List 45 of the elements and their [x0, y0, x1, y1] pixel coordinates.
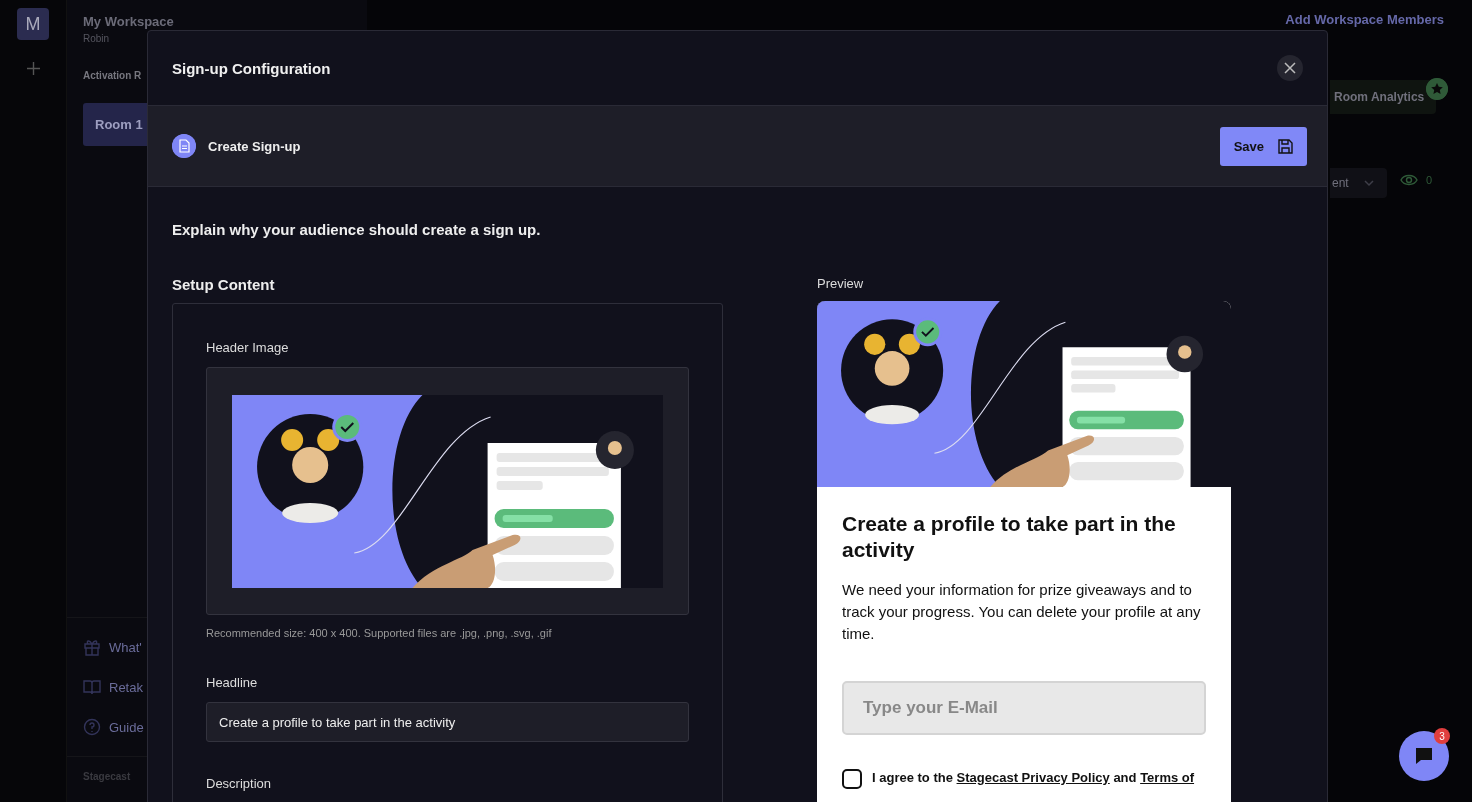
image-upload[interactable] — [206, 367, 689, 615]
preview-label: Preview — [817, 276, 865, 291]
preview-headline: Create a profile to take part in the activity — [842, 511, 1177, 563]
gift-icon — [83, 638, 101, 656]
section-title: Setup Content — [172, 276, 276, 293]
section-label: Activation R — [83, 70, 142, 81]
policy-link[interactable]: Stagecast Privacy Policy — [956, 770, 1110, 785]
room-tab[interactable]: Room 1 — [83, 103, 148, 146]
workspace-avatar[interactable]: M — [17, 8, 49, 40]
consent-text: I agree to the Stagecast Privacy Policy and Terms of — [872, 769, 1195, 787]
policy-link[interactable]: Terms of — [1140, 770, 1195, 785]
chat-icon — [1415, 747, 1433, 765]
email-field[interactable]: Type your E-Mail — [842, 681, 1206, 735]
sidebar-link[interactable]: Retak — [109, 679, 143, 695]
preview-description: We need your information for prize giveaways and to track your progress. You can delete your profile at any time. — [842, 580, 1202, 644]
help-icon — [83, 718, 101, 736]
chat-button[interactable] — [1399, 731, 1449, 781]
image-hint: Recommended size: 400 x 400. Supported files are .jpg, .png, .svg, .gif — [206, 627, 553, 639]
field-label: Headline — [206, 675, 259, 690]
close-icon — [1284, 62, 1296, 74]
close-button[interactable] — [1277, 55, 1303, 81]
room-analytics-button[interactable]: Room Analytics — [1330, 80, 1437, 114]
star-icon — [1426, 78, 1448, 100]
notification-badge: 3 — [1434, 728, 1450, 744]
workspace-name[interactable]: My Workspace — [83, 14, 351, 29]
consent-checkbox[interactable] — [842, 769, 862, 789]
sidebar-link[interactable]: What' — [109, 639, 142, 655]
view-count: 0 — [1425, 174, 1432, 186]
sidebar-link[interactable]: Guide — [109, 719, 144, 735]
field-label: Header Image — [206, 340, 290, 355]
save-icon — [1278, 138, 1293, 154]
field-label: Description — [206, 776, 273, 791]
eye-icon — [1399, 174, 1418, 186]
add-icon[interactable] — [26, 62, 40, 75]
add-members-link[interactable]: Add Workspace Members — [1285, 12, 1444, 27]
caret-icon — [1362, 177, 1375, 189]
document-icon — [172, 134, 196, 158]
save-button[interactable]: Save — [1219, 126, 1307, 166]
step-title: Create Sign-up — [208, 138, 301, 154]
book-icon — [83, 678, 101, 696]
intro-text: Explain why your audience should create a sign up. — [172, 221, 542, 238]
user-name: Robin — [83, 33, 111, 44]
dropdown[interactable]: ent — [1330, 168, 1387, 198]
modal-title: Sign-up Configuration — [172, 59, 331, 77]
input-field[interactable]: Create a profile to take part in the activity — [206, 702, 689, 742]
